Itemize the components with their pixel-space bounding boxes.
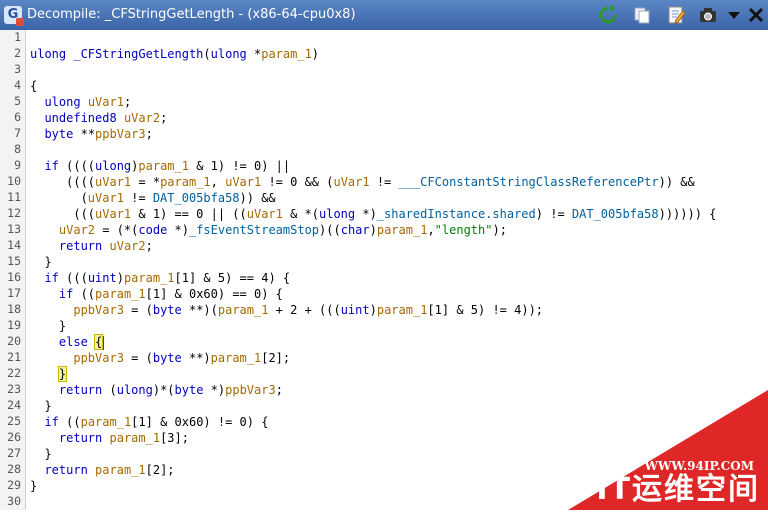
code-line[interactable]: } [30, 366, 68, 382]
window-title: Decompile: _CFStringGetLength - (x86-64-… [27, 7, 356, 22]
line-number: 11 [7, 190, 21, 204]
code-line[interactable]: if (((uint)param_1[1] & 5) == 4) { [30, 270, 290, 286]
code-line[interactable]: byte **ppbVar3; [30, 126, 152, 142]
line-number: 7 [14, 126, 21, 140]
line-number: 22 [7, 366, 21, 380]
code-line[interactable]: } [30, 478, 37, 494]
line-number: 16 [7, 270, 21, 284]
code-line[interactable]: { [30, 78, 37, 94]
code-line[interactable]: (((uVar1 & 1) == 0 || ((uVar1 & *(ulong … [30, 206, 716, 222]
text-caret [102, 335, 105, 350]
line-number: 6 [14, 110, 21, 124]
ghidra-decompile-icon: G [4, 6, 24, 26]
code-line[interactable]: ulong uVar1; [30, 94, 131, 110]
close-icon[interactable] [746, 5, 766, 25]
code-line[interactable]: (uVar1 != DAT_005bfa58)) && [30, 190, 276, 206]
code-line[interactable]: } [30, 398, 51, 414]
line-number: 9 [14, 158, 21, 172]
code-line[interactable]: } [30, 446, 51, 462]
window-titlebar: G Decompile: _CFStringGetLength - (x86-6… [0, 0, 768, 31]
code-line[interactable]: ppbVar3 = (byte **)(param_1 + 2 + (((uin… [30, 302, 543, 318]
line-number: 5 [14, 94, 21, 108]
line-number: 28 [7, 462, 21, 476]
line-number: 3 [14, 62, 21, 76]
line-number: 20 [7, 334, 21, 348]
brace-match-open: { [94, 334, 104, 350]
line-number: 24 [7, 398, 21, 412]
line-number: 19 [7, 318, 21, 332]
refresh-icon[interactable] [598, 5, 618, 25]
decompiler-editor[interactable]: 1 2 3 4 5 6 7 8 9 10 11 12 13 14 15 16 1… [0, 30, 768, 510]
line-number: 13 [7, 222, 21, 236]
line-number: 15 [7, 254, 21, 268]
line-number: 10 [7, 174, 21, 188]
code-line[interactable]: return param_1[3]; [30, 430, 189, 446]
code-line[interactable]: else { [30, 334, 105, 350]
code-line[interactable]: if ((param_1[1] & 0x60) != 0) { [30, 414, 268, 430]
code-line[interactable]: } [30, 318, 66, 334]
menu-chevron-down-icon[interactable] [724, 5, 744, 25]
code-line[interactable]: ulong _CFStringGetLength(ulong *param_1) [30, 46, 319, 62]
code-line[interactable]: undefined8 uVar2; [30, 110, 167, 126]
snapshot-icon[interactable] [698, 5, 718, 25]
line-number: 17 [7, 286, 21, 300]
edit-icon[interactable] [666, 5, 686, 25]
code-line[interactable]: uVar2 = (*(code *)_fsEventStreamStop)((c… [30, 222, 507, 238]
brace-match-close: } [57, 366, 68, 382]
code-line[interactable]: if ((((ulong)param_1 & 1) != 0) || [30, 158, 290, 174]
line-number: 14 [7, 238, 21, 252]
line-number: 21 [7, 350, 21, 364]
code-line[interactable]: } [30, 254, 51, 270]
line-number: 23 [7, 382, 21, 396]
line-number: 25 [7, 414, 21, 428]
code-line[interactable]: if ((param_1[1] & 0x60) == 0) { [30, 286, 283, 302]
line-number: 27 [7, 446, 21, 460]
line-number: 4 [14, 78, 21, 92]
line-number: 30 [7, 494, 21, 508]
line-number: 18 [7, 302, 21, 316]
copy-icon[interactable] [632, 5, 652, 25]
line-number: 2 [14, 46, 21, 60]
code-line[interactable]: return param_1[2]; [30, 462, 174, 478]
line-number: 8 [14, 142, 21, 156]
line-number: 26 [7, 430, 21, 444]
line-number: 29 [7, 478, 21, 492]
line-number: 1 [14, 30, 21, 44]
code-line[interactable]: ppbVar3 = (byte **)param_1[2]; [30, 350, 290, 366]
code-line[interactable]: return (ulong)*(byte *)ppbVar3; [30, 382, 283, 398]
code-line[interactable]: ((((uVar1 = *param_1, uVar1 != 0 && (uVa… [30, 174, 695, 190]
code-line[interactable]: return uVar2; [30, 238, 153, 254]
line-number: 12 [7, 206, 21, 220]
line-number-gutter: 1 2 3 4 5 6 7 8 9 10 11 12 13 14 15 16 1… [0, 30, 26, 510]
